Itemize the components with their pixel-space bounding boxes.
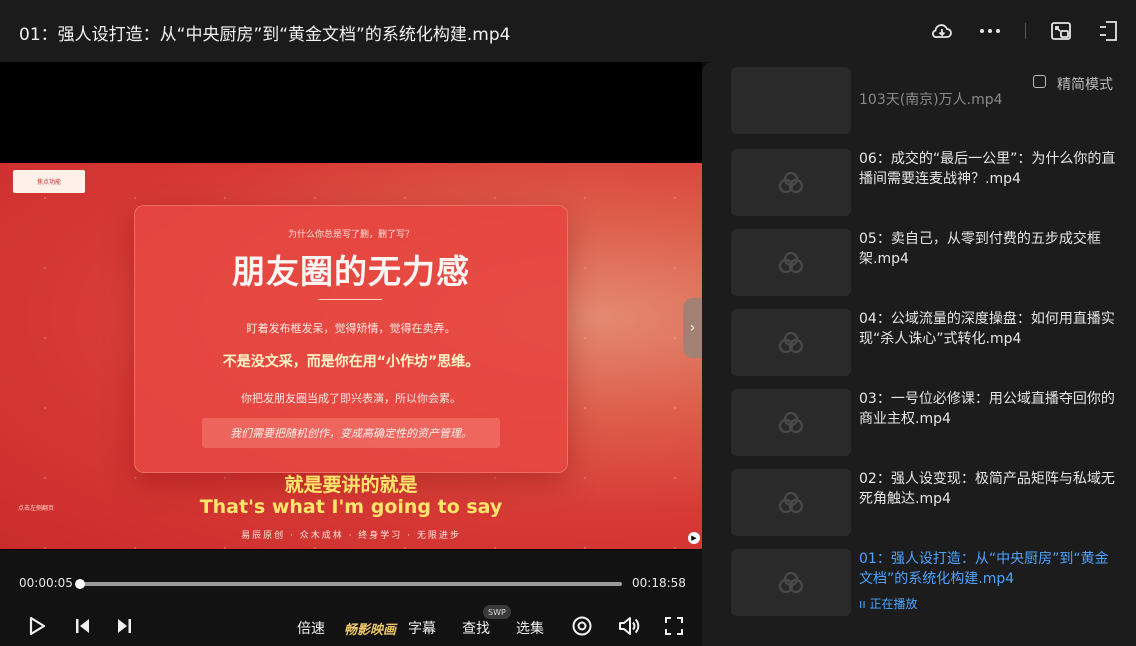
episode-item[interactable]: 01：强人设打造：从“中央厨房”到“黄金文档”的系统化构建.mp4 ıı 正在播…	[731, 549, 1131, 619]
caption-chinese: 就是要讲的就是	[284, 474, 418, 496]
slide-divider	[318, 299, 382, 300]
cloud-placeholder-icon	[778, 571, 804, 593]
episode-thumbnail	[731, 389, 851, 456]
play-button[interactable]	[24, 613, 50, 639]
play-small-icon[interactable]: ▶	[688, 532, 700, 544]
cloud-save-icon[interactable]	[929, 18, 955, 44]
slide-footer: 易辰原创 · 众木成林 · 终身学习 · 无限进步	[241, 531, 461, 541]
more-icon[interactable]	[977, 18, 1003, 44]
episode-thumbnail	[731, 469, 851, 536]
episode-thumbnail	[731, 149, 851, 216]
episode-title: 05：卖自己，从零到付费的五步成交框架.mp4	[859, 231, 1101, 267]
picture-in-picture-icon[interactable]	[1048, 18, 1074, 44]
exit-window-icon[interactable]	[1096, 18, 1122, 44]
previous-button[interactable]	[70, 613, 96, 639]
total-time: 00:18:58	[632, 576, 686, 590]
slide-subtitle: 为什么你总是写了删，删了写？	[287, 230, 414, 240]
slide-line-2: 不是没文采，而是你在用“小作坊”思维。	[222, 354, 480, 370]
slide-line-3: 你把发朋友圈当成了即兴表演，所以你会累。	[241, 392, 461, 405]
episode-thumbnail	[731, 67, 851, 134]
fullscreen-icon[interactable]	[661, 613, 687, 639]
brand-button[interactable]: 畅影映画	[344, 619, 396, 638]
episode-thumbnail	[731, 229, 851, 296]
next-button[interactable]	[111, 613, 137, 639]
cloud-placeholder-icon	[778, 411, 804, 433]
panel-toggle-button[interactable]: ›	[683, 298, 702, 358]
slide-hint: 点击左侧翻页	[18, 505, 55, 512]
search-button[interactable]: 查找	[462, 618, 490, 638]
subtitles-button[interactable]: 字幕	[408, 618, 436, 638]
progress-handle[interactable]	[75, 579, 86, 589]
episode-title: 06：成交的“最后一公里”：为什么你的直播间需要连麦战神？.mp4	[859, 151, 1116, 187]
progress-bar[interactable]	[75, 579, 622, 589]
episode-item[interactable]: 05：卖自己，从零到付费的五步成交框架.mp4	[731, 229, 1131, 299]
cloud-placeholder-icon	[778, 331, 804, 353]
slide-card: 为什么你总是写了删，删了写？ 朋友圈的无力感 盯着发布框发呆，觉得矫情，觉得在卖…	[134, 205, 568, 473]
episode-thumbnail	[731, 309, 851, 376]
cloud-placeholder-icon	[778, 251, 804, 273]
episode-panel: ‹ 选集 精简模式 103天(南京)万人.mp4 06：成交的“最后一公里”：为…	[702, 62, 1136, 646]
slide-tag: 焦点功能	[13, 170, 85, 193]
episode-item[interactable]: 04：公域流量的深度操盘：如何用直播实现“杀人诛心”式转化.mp4	[731, 309, 1131, 379]
search-badge: SWP	[483, 605, 511, 619]
episode-title: 02：强人设变现：极简产品矩阵与私域无死角触达.mp4	[859, 471, 1115, 507]
episode-title: 01：强人设打造：从“中央厨房”到“黄金文档”的系统化构建.mp4	[859, 551, 1109, 587]
episodes-button[interactable]: 选集	[516, 618, 544, 638]
compact-mode-checkbox[interactable]	[1033, 75, 1046, 88]
episode-item-partial[interactable]: 103天(南京)万人.mp4	[731, 67, 1131, 137]
settings-icon[interactable]	[569, 613, 595, 639]
now-playing-indicator: ıı 正在播放	[859, 595, 918, 612]
volume-icon[interactable]	[616, 613, 642, 639]
speed-button[interactable]: 倍速	[297, 618, 325, 638]
episode-title: 103天(南京)万人.mp4	[859, 92, 1003, 108]
episode-item[interactable]: 02：强人设变现：极简产品矩阵与私域无死角触达.mp4	[731, 469, 1131, 539]
episode-title: 04：公域流量的深度操盘：如何用直播实现“杀人诛心”式转化.mp4	[859, 311, 1115, 347]
slide-title: 朋友圈的无力感	[232, 252, 470, 291]
episode-item[interactable]: 06：成交的“最后一公里”：为什么你的直播间需要连麦战神？.mp4	[731, 149, 1131, 219]
cloud-placeholder-icon	[778, 491, 804, 513]
episode-title: 03：一号位必修课：用公域直播夺回你的商业主权.mp4	[859, 391, 1115, 427]
episode-item[interactable]: 03：一号位必修课：用公域直播夺回你的商业主权.mp4	[731, 389, 1131, 459]
equalizer-icon: ıı	[859, 597, 870, 611]
video-player[interactable]: 焦点功能 为什么你总是写了删，删了写？ 朋友圈的无力感 盯着发布框发呆，觉得矫情…	[0, 62, 702, 550]
now-playing-label: 正在播放	[869, 597, 918, 611]
window-actions	[929, 14, 1122, 48]
player-controls: 00:00:05 00:18:58 倍速 畅影映画 字幕 SWP 查找 选集	[0, 550, 702, 646]
title-bar: 01：强人设打造：从“中央厨房”到“黄金文档”的系统化构建.mp4	[0, 0, 1136, 62]
video-frame: 焦点功能 为什么你总是写了删，删了写？ 朋友圈的无力感 盯着发布框发呆，觉得矫情…	[0, 163, 702, 549]
video-title: 01：强人设打造：从“中央厨房”到“黄金文档”的系统化构建.mp4	[19, 25, 511, 45]
cloud-placeholder-icon	[778, 171, 804, 193]
slide-line-1: 盯着发布框发呆，觉得矫情，觉得在卖弄。	[246, 322, 456, 335]
caption-english: That's what I'm going to say	[199, 496, 503, 518]
current-time: 00:00:05	[19, 576, 73, 590]
slide-quote: 我们需要把随机创作，变成高确定性的资产管理。	[202, 418, 500, 448]
episode-thumbnail	[731, 549, 851, 616]
divider	[1025, 23, 1026, 39]
